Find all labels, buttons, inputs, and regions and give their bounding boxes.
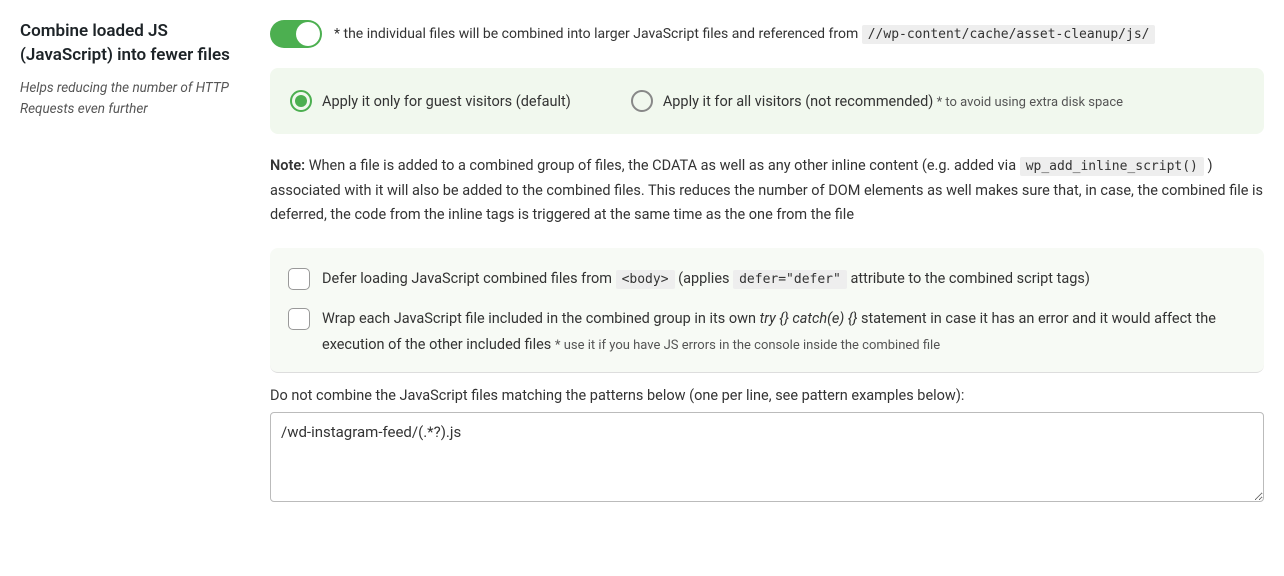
radio-all-label: Apply it for all visitors (not recommend… [663,93,1123,110]
section-heading: Combine loaded JS (JavaScript) into fewe… [20,20,250,68]
body-tag-code: <body> [616,270,675,289]
exclude-patterns-textarea[interactable] [270,412,1264,502]
combine-js-toggle[interactable] [270,20,322,48]
defer-loading-checkbox[interactable] [288,268,310,290]
wrap-trycatch-checkbox[interactable] [288,308,310,330]
note-text: Note: When a file is added to a combined… [270,154,1264,228]
radio-guest-label: Apply it only for guest visitors (defaul… [322,93,571,110]
radio-all-visitors[interactable]: Apply it for all visitors (not recommend… [631,90,1123,112]
toggle-description: * the individual files will be combined … [334,26,1155,42]
toggle-knob [296,22,320,46]
visitor-scope-radio-group: Apply it only for guest visitors (defaul… [270,68,1264,134]
defer-attr-code: defer="defer" [733,270,847,289]
cache-path-code: //wp-content/cache/asset-cleanup/js/ [862,25,1156,44]
radio-guest-visitors[interactable]: Apply it only for guest visitors (defaul… [290,90,571,112]
inline-script-code: wp_add_inline_script() [1020,157,1204,176]
radio-icon [290,90,312,112]
radio-icon [631,90,653,112]
wrap-trycatch-label: Wrap each JavaScript file included in th… [322,306,1246,358]
defer-loading-label: Defer loading JavaScript combined files … [322,266,1090,292]
section-subtitle: Helps reducing the number of HTTP Reques… [20,78,250,121]
checkbox-group: Defer loading JavaScript combined files … [270,248,1264,373]
exclude-patterns-label: Do not combine the JavaScript files matc… [270,387,1264,404]
